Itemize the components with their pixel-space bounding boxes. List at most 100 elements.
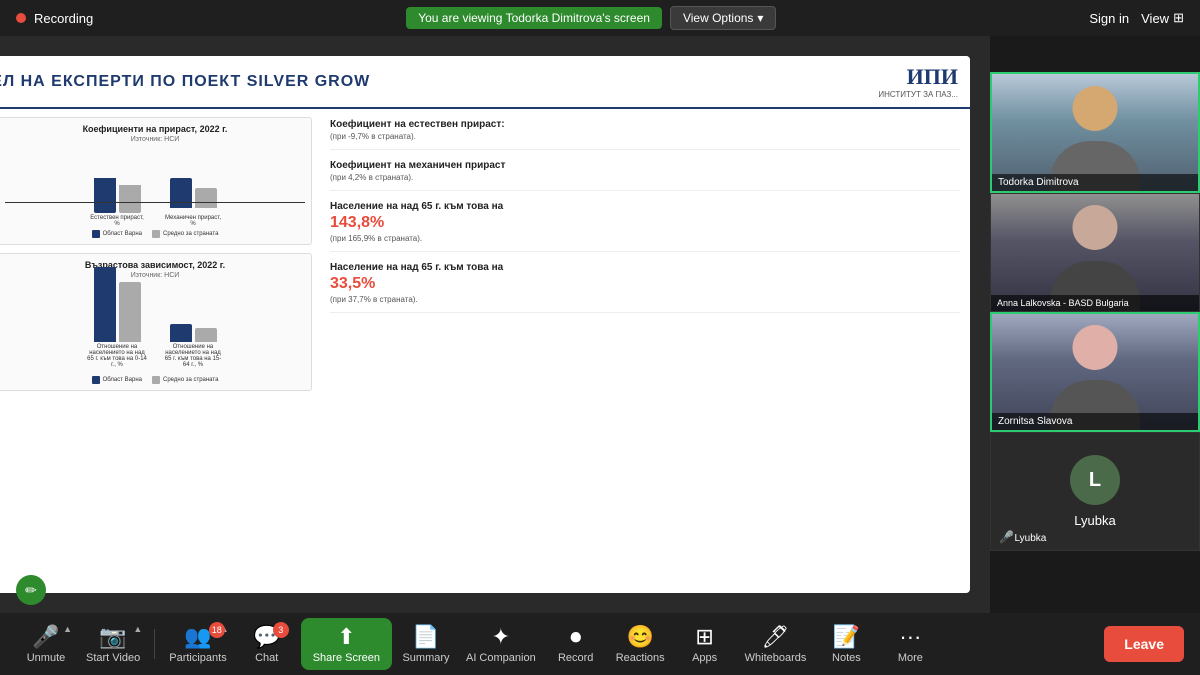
slide-body: Категория ДЕМОГРАФИЯ в област Варна Коеф… — [0, 109, 970, 593]
stat-block-4: Население на над 65 г. към това на 33,5%… — [330, 262, 960, 313]
reactions-button[interactable]: 😊 Reactions — [610, 620, 671, 668]
summary-label: Summary — [402, 652, 449, 664]
unmute-label: Unmute — [27, 652, 66, 664]
reactions-label: Reactions — [616, 652, 665, 664]
chat-badge: 3 — [273, 622, 289, 638]
slide-container: ✳ Silver Grow ПАНЕЛ НА ЕКСПЕРТИ ПО ПОЕКТ… — [0, 56, 970, 593]
leave-button[interactable]: Leave — [1104, 626, 1184, 662]
lyubka-avatar: L — [1070, 455, 1120, 505]
video-tile-anna: Anna Lalkovska - BASD Bulgaria — [990, 193, 1200, 312]
summary-button[interactable]: 📄 Summary — [396, 620, 456, 668]
apps-button[interactable]: ⊞ Apps — [675, 620, 735, 668]
lyubka-bottom-name: Lyubka — [1014, 533, 1046, 544]
bar-4b — [195, 328, 217, 342]
video-label: Start Video — [86, 652, 140, 664]
bar-chart-2: Отношение на населението на над 65 г. къ… — [5, 283, 305, 373]
top-bar: Recording You are viewing Todorka Dimitr… — [0, 0, 1200, 36]
participants-icon: 👥 — [184, 624, 211, 650]
stats-area: Коефициент на естествен прираст: (при -9… — [320, 109, 970, 593]
whiteboards-icon: 🖊 — [762, 624, 790, 650]
share-screen-icon: ⬆ — [337, 624, 355, 650]
stat4-note: (при 37,7% в страната). — [330, 295, 960, 304]
annotation-pencil-button[interactable]: ✏ — [16, 575, 46, 605]
stat3-title: Население на над 65 г. към това на — [330, 201, 960, 212]
top-bar-right: Sign in View ⊞ — [1089, 10, 1184, 26]
chart1-source: Източник: НСИ — [5, 136, 305, 143]
apps-label: Apps — [692, 652, 717, 664]
notes-icon: 📝 — [833, 624, 860, 650]
more-label: More — [898, 652, 923, 664]
stat1-title: Коефициент на естествен прираст: — [330, 119, 960, 130]
chart1-group1-label: Естествен прираст, % — [87, 215, 147, 227]
todorka-name-label: Todorka Dimitrova — [998, 177, 1079, 188]
slide-title: ПАНЕЛ НА ЕКСПЕРТИ ПО ПОЕКТ SILVER GROW — [0, 73, 866, 91]
chart2-source: Източник: НСИ — [5, 272, 305, 279]
stat4-title: Население на над 65 г. към това на — [330, 262, 960, 273]
legend-oblast-dot — [92, 230, 100, 238]
companion-label: AI Companion — [466, 652, 536, 664]
companion-icon: ✦ — [492, 624, 510, 650]
bottom-toolbar: ▲ 🎤 Unmute ▲ 📷 Start Video ▲ 👥 18 Partic… — [0, 613, 1200, 675]
unmute-button[interactable]: ▲ 🎤 Unmute — [16, 620, 76, 668]
anna-face — [1073, 205, 1118, 250]
bar-3b — [119, 282, 141, 342]
bar-2b — [195, 188, 217, 208]
stat4-value: 33,5% — [330, 275, 960, 293]
recording-indicator — [16, 13, 26, 23]
summary-icon: 📄 — [412, 624, 439, 650]
more-icon: ··· — [899, 624, 921, 650]
viewing-badge: You are viewing Todorka Dimitrova's scre… — [406, 7, 662, 29]
chart2-group2-label: Отношение на населението на над 65 г. къ… — [163, 344, 223, 368]
anna-name-bar: Anna Lalkovska - BASD Bulgaria — [991, 295, 1199, 311]
stat3-note: (при 165,9% в страната). — [330, 234, 960, 243]
bar-1a — [94, 178, 116, 213]
view-button[interactable]: View ⊞ — [1141, 10, 1184, 26]
notes-label: Notes — [832, 652, 861, 664]
ai-companion-button[interactable]: ✦ AI Companion — [460, 620, 542, 668]
zornitsa-face — [1073, 325, 1118, 370]
chart-block-2: Възрастова зависимост, 2022 г. Източник:… — [0, 253, 312, 391]
anna-video-bg — [991, 194, 1199, 311]
lyubka-name-label: Lyubka — [1074, 513, 1115, 528]
video-tile-todorka: Todorka Dimitrova — [990, 72, 1200, 193]
presentation-area: ✳ Silver Grow ПАНЕЛ НА ЕКСПЕРТИ ПО ПОЕКТ… — [0, 36, 990, 613]
bar-2a — [170, 178, 192, 208]
zornitsa-name-label: Zornitsa Slavova — [998, 416, 1072, 427]
bar-3a — [94, 267, 116, 342]
video-arrow: ▲ — [133, 624, 142, 634]
record-icon: ⏺ — [570, 624, 581, 650]
notes-button[interactable]: 📝 Notes — [816, 620, 876, 668]
whiteboards-label: Whiteboards — [745, 652, 807, 664]
anna-name-label: Anna Lalkovska - BASD Bulgaria — [997, 298, 1129, 308]
chart1-title: Коефициенти на прираст, 2022 г. — [5, 124, 305, 134]
record-button[interactable]: ⏺ Record — [546, 620, 606, 668]
record-label: Record — [558, 652, 593, 664]
share-screen-button[interactable]: ⬆ Share Screen — [301, 618, 392, 670]
participants-badge: 18 — [209, 622, 225, 638]
whiteboards-button[interactable]: 🖊 Whiteboards — [739, 620, 813, 668]
legend2-oblast-dot — [92, 376, 100, 384]
video-tile-lyubka: L Lyubka 🎤 🎤 Lyubka — [990, 432, 1200, 551]
chart1-legend: Област Варна Средно за страната — [5, 230, 305, 238]
video-panel: Todorka Dimitrova Anna Lalkovska - BASD … — [990, 72, 1200, 551]
ipi-logo-block: ИПИ ИНСТИТУТ ЗА ПАЗ... — [878, 64, 958, 99]
stat3-value: 143,8% — [330, 214, 960, 232]
chart2-title: Възрастова зависимост, 2022 г. — [5, 260, 305, 270]
lyubka-name-bar: 🎤 Lyubka — [999, 533, 1046, 544]
chat-label: Chat — [255, 652, 278, 664]
more-button[interactable]: ··· More — [880, 620, 940, 668]
stat2-title: Коефициент на механичен прираст — [330, 160, 960, 171]
divider-1 — [154, 629, 155, 659]
main-area: ✳ Silver Grow ПАНЕЛ НА ЕКСПЕРТИ ПО ПОЕКТ… — [0, 36, 1200, 613]
reactions-icon: 😊 — [626, 624, 653, 650]
sign-in-button[interactable]: Sign in — [1089, 11, 1129, 26]
start-video-button[interactable]: ▲ 📷 Start Video — [80, 620, 146, 668]
participants-button[interactable]: ▲ 👥 18 Participants — [163, 620, 232, 668]
view-options-button[interactable]: View Options ▾ — [670, 6, 777, 30]
bar-1b — [119, 185, 141, 213]
slide-header: ✳ Silver Grow ПАНЕЛ НА ЕКСПЕРТИ ПО ПОЕКТ… — [0, 56, 970, 109]
stat2-note: (при 4,2% в страната). — [330, 173, 960, 182]
ipi-logo: ИПИ — [878, 64, 958, 90]
charts-area: Коефициенти на прираст, 2022 г. Източник… — [0, 109, 320, 593]
chat-button[interactable]: 💬 3 Chat — [237, 620, 297, 668]
